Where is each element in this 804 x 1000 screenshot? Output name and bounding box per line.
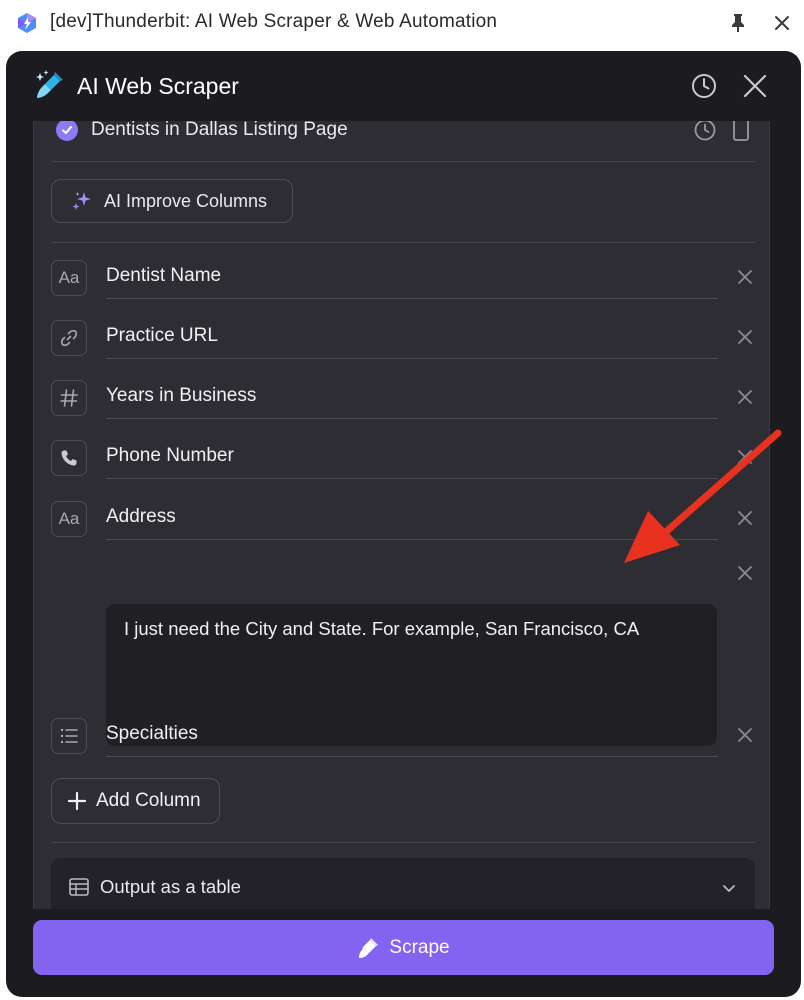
remove-column-icon[interactable] <box>734 507 756 529</box>
chevron-down-icon <box>723 885 735 892</box>
input-underline <box>106 478 718 479</box>
ai-improve-columns-button[interactable]: AI Improve Columns <box>51 179 293 223</box>
add-column-button[interactable]: Add Column <box>51 778 220 824</box>
remove-column-icon[interactable] <box>734 386 756 408</box>
column-name-input[interactable]: Phone Number <box>106 445 234 467</box>
scrape-label: Scrape <box>389 936 450 958</box>
panel-title: AI Web Scraper <box>77 73 239 99</box>
column-name-input[interactable]: Dentist Name <box>106 265 221 287</box>
column-row-years-in-business: Years in Business <box>34 380 769 420</box>
check-circle-icon <box>56 121 78 141</box>
divider <box>51 842 755 843</box>
brush-sparkle-logo-icon <box>36 70 63 98</box>
column-row-phone-number: Phone Number <box>34 440 769 480</box>
template-name: Dentists in Dallas Listing Page <box>91 121 348 140</box>
window-title: [dev]Thunderbit: AI Web Scraper & Web Au… <box>50 11 498 32</box>
scraper-panel: AI Web Scraper Dentists in Dallas Listin… <box>6 51 801 997</box>
remove-column-icon[interactable] <box>734 446 756 468</box>
close-panel-button[interactable] <box>740 71 770 101</box>
list-icon[interactable] <box>51 718 87 754</box>
text-type-icon[interactable]: Aa <box>51 260 87 296</box>
panel-header: AI Web Scraper <box>6 51 801 121</box>
number-icon[interactable] <box>51 380 87 416</box>
add-column-label: Add Column <box>96 790 201 811</box>
output-format-select[interactable]: Output as a table <box>51 858 755 909</box>
input-underline <box>106 539 718 540</box>
close-icon <box>775 16 789 30</box>
link-icon[interactable] <box>51 320 87 356</box>
history-button[interactable] <box>690 72 718 100</box>
brush-icon <box>359 937 379 958</box>
columns-editor: Dentists in Dallas Listing Page AI Impro… <box>33 121 770 909</box>
ai-improve-columns-label: AI Improve Columns <box>104 190 268 211</box>
column-name-input[interactable]: Specialties <box>106 723 198 745</box>
column-row-practice-url: Practice URL <box>34 320 769 360</box>
template-row[interactable]: Dentists in Dallas Listing Page <box>34 121 769 161</box>
remove-column-icon[interactable] <box>734 326 756 348</box>
table-icon <box>69 878 89 896</box>
text-type-icon[interactable]: Aa <box>51 501 87 537</box>
divider <box>51 242 755 243</box>
column-row-specialties: Specialties <box>34 718 769 758</box>
thunderbit-logo-icon <box>18 13 36 33</box>
column-name-input[interactable]: Years in Business <box>106 385 256 407</box>
remove-column-icon[interactable] <box>734 724 756 746</box>
remove-column-icon[interactable] <box>734 266 756 288</box>
pin-button[interactable] <box>726 10 750 36</box>
template-history-icon[interactable] <box>692 121 718 143</box>
remove-prompt-icon[interactable] <box>734 562 756 584</box>
window-titlebar: [dev]Thunderbit: AI Web Scraper & Web Au… <box>0 0 804 46</box>
column-name-input[interactable]: Practice URL <box>106 325 218 347</box>
column-row-dentist-name: Aa Dentist Name <box>34 260 769 300</box>
trash-icon[interactable] <box>730 121 752 143</box>
column-name-input[interactable]: Address <box>106 506 176 528</box>
close-window-button[interactable] <box>770 10 794 36</box>
plus-icon <box>67 791 87 811</box>
input-underline <box>106 298 718 299</box>
phone-icon[interactable] <box>51 440 87 476</box>
input-underline <box>106 756 718 757</box>
column-row-address: Aa Address <box>34 501 769 541</box>
input-underline <box>106 358 718 359</box>
pin-icon <box>732 14 744 32</box>
divider <box>51 161 755 162</box>
input-underline <box>106 418 718 419</box>
output-format-label: Output as a table <box>100 876 241 897</box>
sparkle-icon <box>72 192 91 210</box>
scrape-button[interactable]: Scrape <box>33 920 774 975</box>
